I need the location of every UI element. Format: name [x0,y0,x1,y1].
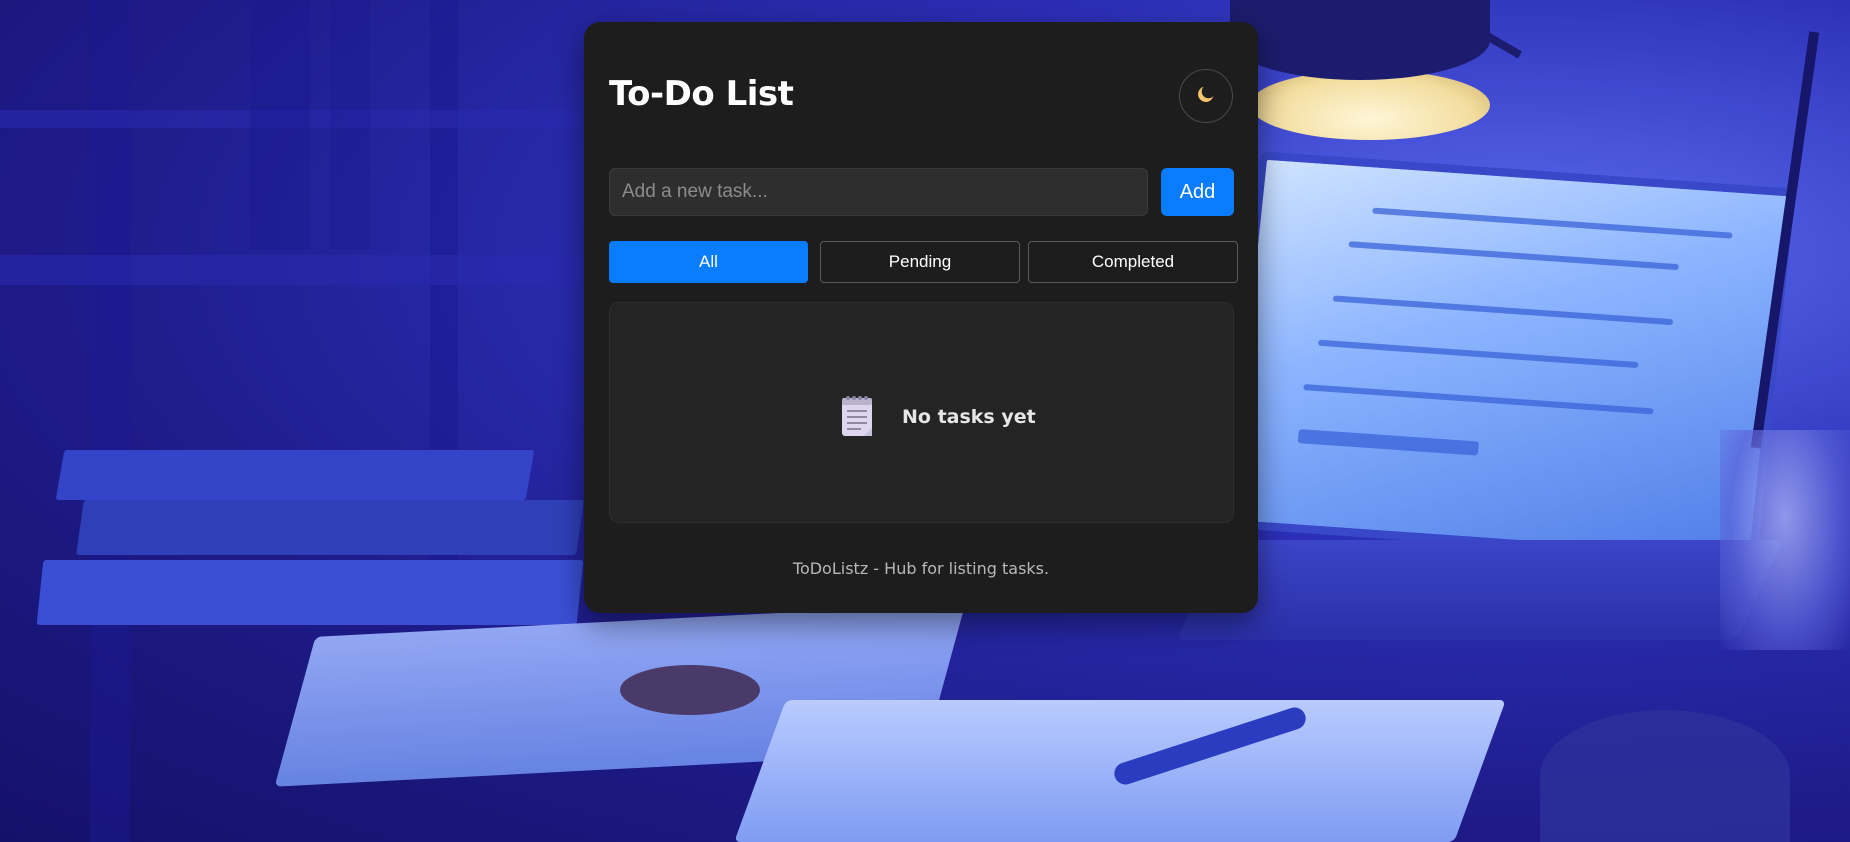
theme-toggle-button[interactable] [1179,69,1233,123]
crescent-moon-icon [1195,83,1217,109]
book [36,560,584,625]
lamp-shade [1230,0,1490,80]
screen-line [1372,207,1733,239]
page-title: To-Do List [609,74,794,114]
screen-line [1332,295,1674,326]
todo-card: To-Do List Add All Pending Completed [584,22,1258,613]
laptop-screen [1220,151,1796,565]
book [76,500,584,555]
notepad-icon [840,393,874,441]
laptop-keyboard [1176,540,1784,640]
add-task-button[interactable]: Add [1161,168,1234,216]
book-spine [330,0,370,250]
screen-line [1303,384,1654,415]
screen-line [1297,429,1480,456]
empty-state: No tasks yet [840,393,1036,441]
book-spine [250,0,310,250]
footer-text: ToDoListz - Hub for listing tasks. [792,559,1050,578]
empty-state-text: No tasks yet [902,406,1036,428]
coffee-cup [1540,710,1790,842]
task-list: No tasks yet [609,302,1234,523]
book [55,450,535,500]
cookie [620,665,760,715]
plant [1720,430,1850,650]
new-task-input[interactable] [609,168,1148,216]
filter-completed-button[interactable]: Completed [1028,241,1238,283]
screen-line [1317,339,1639,369]
screen-line [1348,241,1680,271]
lamp-light [1250,70,1490,140]
filter-pending-button[interactable]: Pending [820,241,1020,283]
filter-all-button[interactable]: All [609,241,808,283]
bookshelf-board [0,255,584,285]
